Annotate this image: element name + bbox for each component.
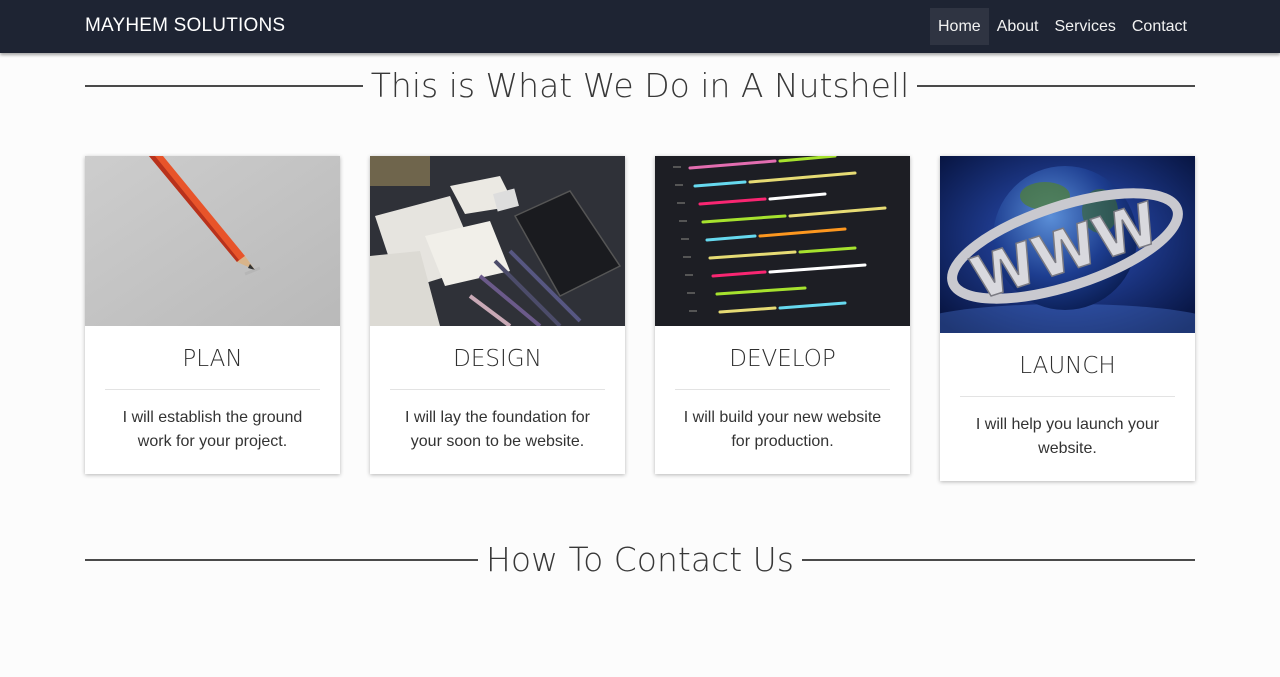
pencil-photo bbox=[85, 156, 340, 326]
heading-rule-right bbox=[917, 84, 1196, 87]
contact-title: How To Contact Us bbox=[486, 540, 794, 579]
launch-title: LAUNCH bbox=[1019, 353, 1116, 379]
what-we-do-heading: This is What We Do in A Nutshell bbox=[85, 66, 1196, 105]
develop-text: I will build your new website for produc… bbox=[683, 409, 882, 450]
plan-text: I will establish the ground work for you… bbox=[122, 409, 303, 450]
brand-logo[interactable]: MAYHEM SOLUTIONS bbox=[85, 15, 285, 37]
heading-rule-right bbox=[801, 558, 1196, 561]
navbar: MAYHEM SOLUTIONS Home About Services Con… bbox=[0, 0, 1280, 53]
plan-card: PLAN I will establish the ground work fo… bbox=[85, 156, 340, 474]
design-desk-photo bbox=[370, 156, 625, 326]
nav-home[interactable]: Home bbox=[930, 8, 989, 45]
nav-contact[interactable]: Contact bbox=[1124, 8, 1195, 45]
design-title: DESIGN bbox=[453, 346, 542, 372]
launch-text: I will help you launch your website. bbox=[975, 416, 1160, 457]
www-globe-photo: WWW bbox=[940, 156, 1195, 333]
design-text: I will lay the foundation for your soon … bbox=[405, 409, 590, 450]
launch-card: WWW LAUNCH I will help you launch your w… bbox=[940, 156, 1195, 481]
code-screen-photo bbox=[655, 156, 910, 326]
develop-card: DEVELOP I will build your new website fo… bbox=[655, 156, 910, 474]
contact-heading: How To Contact Us bbox=[85, 540, 1196, 579]
heading-rule-left bbox=[85, 84, 363, 87]
what-we-do-title: This is What We Do in A Nutshell bbox=[370, 66, 910, 105]
plan-title: PLAN bbox=[182, 346, 243, 372]
nav-services[interactable]: Services bbox=[1047, 8, 1124, 45]
design-card: DESIGN I will lay the foundation for you… bbox=[370, 156, 625, 474]
main-nav: Home About Services Contact bbox=[930, 8, 1195, 45]
heading-rule-left bbox=[85, 558, 479, 561]
nav-about[interactable]: About bbox=[989, 8, 1047, 45]
develop-title: DEVELOP bbox=[729, 346, 836, 372]
